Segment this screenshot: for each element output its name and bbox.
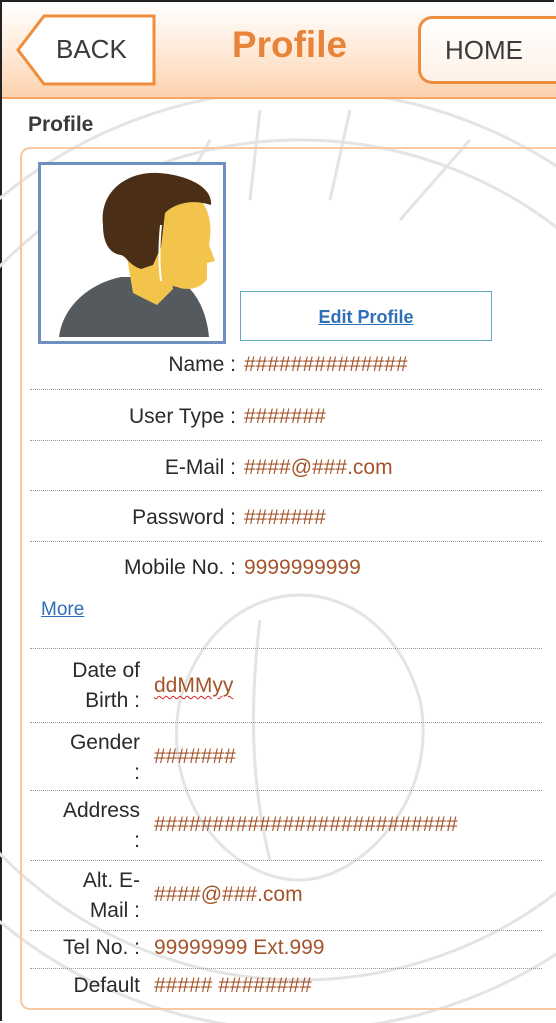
edit-profile-button[interactable]: Edit Profile [240, 291, 492, 341]
user-type-label: User Type : [129, 405, 236, 428]
tel-label: Tel No. : [62, 936, 140, 959]
divider [30, 389, 542, 390]
password-value: ####### [244, 506, 326, 529]
user-type-value: ####### [244, 405, 326, 428]
home-button[interactable]: HOME [418, 16, 556, 84]
alt-email-label: Alt. E- Mail : [82, 869, 140, 922]
divider [30, 722, 542, 723]
address-value: ########################## [154, 813, 458, 836]
avatar [38, 162, 226, 344]
divider [30, 440, 542, 441]
alt-email-value: ####@###.com [154, 883, 303, 906]
divider [30, 968, 542, 969]
name-value: ############## [244, 353, 408, 376]
header-bar: BACK Profile HOME [2, 2, 556, 99]
divider [30, 930, 542, 931]
tel-value: 99999999 Ext.999 [154, 936, 325, 959]
divider [30, 490, 542, 491]
back-button-label: BACK [56, 34, 127, 64]
dob-value: ddMMyy [154, 674, 234, 697]
divider [30, 860, 542, 861]
default-value: ##### ######## [154, 974, 312, 997]
email-value: ####@###.com [244, 456, 393, 479]
page-title: Profile [231, 24, 348, 65]
address-label: Address : [62, 799, 140, 852]
password-label: Password : [132, 506, 236, 529]
divider [30, 790, 542, 791]
gender-label: Gender : [69, 731, 140, 784]
email-label: E-Mail : [164, 456, 236, 479]
gender-value: ####### [154, 745, 236, 768]
mobile-value: 9999999999 [244, 556, 361, 579]
section-title: Profile [28, 113, 94, 136]
back-button[interactable]: BACK [16, 14, 156, 86]
mobile-label: Mobile No. : [123, 556, 236, 579]
dob-label: Date of Birth : [72, 659, 140, 712]
divider [30, 541, 542, 542]
divider [30, 648, 542, 649]
user-silhouette-icon [59, 172, 215, 337]
more-link[interactable]: More [41, 599, 84, 621]
name-label: Name : [168, 353, 236, 376]
default-label: Default [73, 974, 140, 997]
